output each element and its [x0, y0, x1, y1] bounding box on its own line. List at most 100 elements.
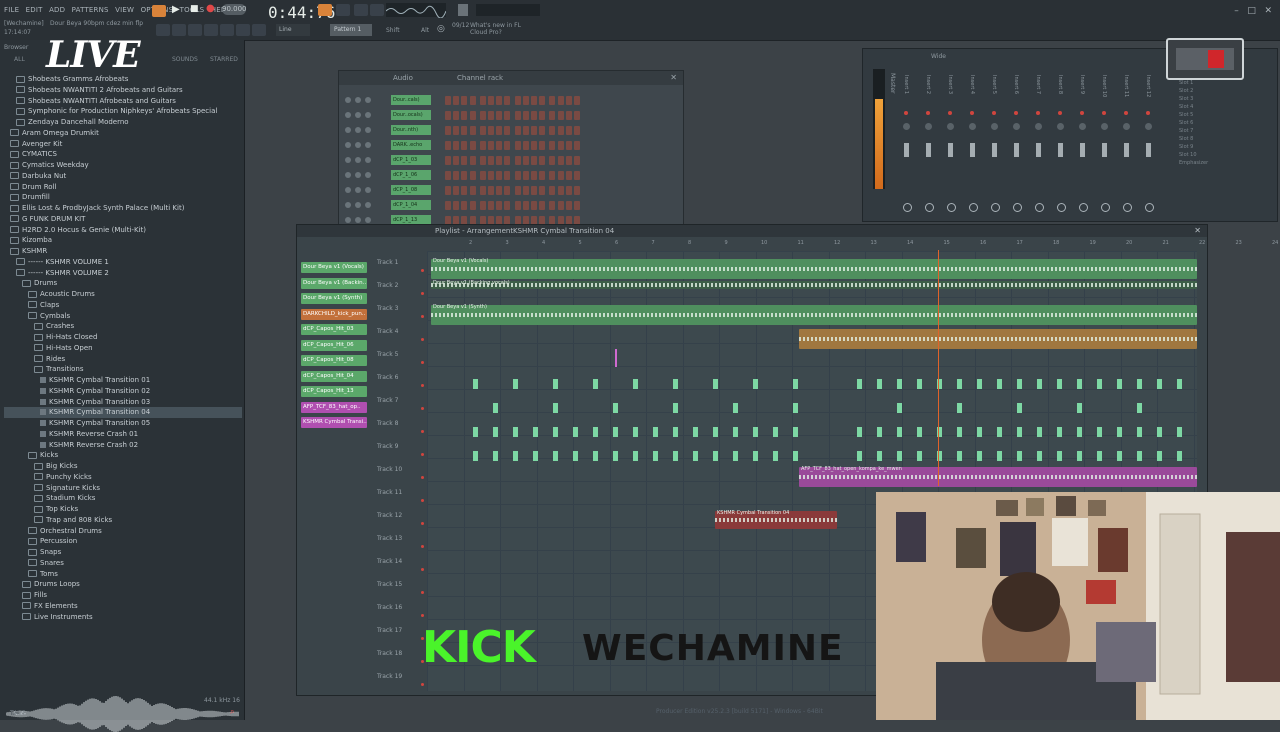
drum-hit-note[interactable]	[1137, 403, 1142, 413]
track-label[interactable]: Track 6	[377, 374, 421, 381]
insert-route-button[interactable]	[947, 203, 956, 212]
volume-knob[interactable]	[365, 172, 371, 178]
mute-led[interactable]	[345, 187, 351, 193]
insert-label[interactable]: Insert 8	[1057, 75, 1063, 94]
step-button[interactable]	[557, 186, 564, 195]
step-button[interactable]	[522, 156, 529, 165]
insert-fader[interactable]	[1058, 143, 1063, 157]
track-label[interactable]: Track 19	[377, 673, 421, 680]
browser-icon[interactable]	[236, 24, 250, 36]
channel-name[interactable]: DARK..echo	[391, 140, 431, 150]
drum-hit-note[interactable]	[977, 379, 982, 389]
insert-fader[interactable]	[1036, 143, 1041, 157]
step-button[interactable]	[565, 156, 572, 165]
pattern-button[interactable]: Dour Beya v1 (Synth)	[301, 293, 367, 304]
microphone-icon[interactable]	[252, 24, 266, 36]
drum-hit-note[interactable]	[713, 427, 718, 437]
step-button[interactable]	[549, 201, 556, 210]
track-mute-led[interactable]	[421, 430, 424, 433]
tab-sounds[interactable]: SOUNDS	[172, 56, 198, 63]
step-button[interactable]	[445, 156, 451, 165]
insert-route-button[interactable]	[1079, 203, 1088, 212]
insert-route-button[interactable]	[991, 203, 1000, 212]
track-label[interactable]: Track 5	[377, 351, 421, 358]
track-mute-led[interactable]	[421, 499, 424, 502]
master-volume-slider[interactable]	[458, 4, 468, 16]
browser-item[interactable]: Avenger Kit	[4, 139, 242, 150]
step-button[interactable]	[488, 141, 494, 150]
insert-fader[interactable]	[926, 143, 931, 157]
step-button[interactable]	[522, 126, 529, 135]
browser-item[interactable]: KSHMR Cymbal Transition 05	[4, 418, 242, 429]
step-button[interactable]	[461, 111, 468, 120]
step-button[interactable]	[549, 126, 556, 135]
channel-name[interactable]: Dour..nth)	[391, 125, 431, 135]
mixer-icon[interactable]	[220, 24, 234, 36]
pattern-button[interactable]: dCP_Capos_Hit_03	[301, 324, 367, 335]
step-button[interactable]	[514, 171, 521, 180]
insert-label[interactable]: Insert 3	[947, 75, 953, 94]
step-button[interactable]	[557, 141, 564, 150]
track-mute-led[interactable]	[421, 384, 424, 387]
step-button[interactable]	[469, 96, 476, 105]
track-mute-led[interactable]	[421, 361, 424, 364]
step-button[interactable]	[496, 156, 503, 165]
drum-hit-note[interactable]	[1017, 427, 1022, 437]
drum-hit-note[interactable]	[957, 379, 962, 389]
step-button[interactable]	[479, 186, 486, 195]
step-button[interactable]	[496, 171, 503, 180]
step-button[interactable]	[514, 126, 521, 135]
browser-item[interactable]: H2RD 2.0 Hocus & Genie (Multi-Kit)	[4, 225, 242, 236]
snap-icon[interactable]	[156, 24, 170, 36]
step-button[interactable]	[453, 111, 460, 120]
step-button[interactable]	[445, 171, 451, 180]
drum-hit-note[interactable]	[693, 451, 698, 461]
pattern-button[interactable]: KSHMR Cymbal Transi..	[301, 417, 367, 428]
step-button[interactable]	[557, 96, 564, 105]
track-label[interactable]: Track 15	[377, 581, 421, 588]
step-button[interactable]	[445, 186, 451, 195]
step-button[interactable]	[445, 126, 451, 135]
track-mute-led[interactable]	[421, 476, 424, 479]
step-button[interactable]	[496, 201, 503, 210]
track-label[interactable]: Track 3	[377, 305, 421, 312]
alt-mode-button[interactable]: Alt	[421, 27, 429, 34]
step-button[interactable]	[531, 141, 537, 150]
step-button[interactable]	[557, 111, 564, 120]
play-icon[interactable]: ▶	[172, 4, 180, 15]
browser-item[interactable]: Punchy Kicks	[4, 472, 242, 483]
browser-item[interactable]: Percussion	[4, 536, 242, 547]
insert-red-led[interactable]	[1146, 111, 1150, 115]
menu-add[interactable]: ADD	[49, 6, 65, 14]
cymbal-transition-clip[interactable]: KSHMR Cymbal Transition 04	[715, 510, 837, 529]
insert-red-led[interactable]	[926, 111, 930, 115]
browser-item[interactable]: Snares	[4, 558, 242, 569]
piano-roll-icon[interactable]	[188, 24, 202, 36]
browser-item[interactable]: G FUNK DRUM KIT	[4, 214, 242, 225]
step-button[interactable]	[522, 186, 529, 195]
record-icon[interactable]: ●	[206, 3, 215, 14]
step-button[interactable]	[504, 111, 511, 120]
step-button[interactable]	[453, 96, 460, 105]
step-button[interactable]	[531, 171, 537, 180]
drum-hit-note[interactable]	[673, 379, 678, 389]
step-button[interactable]	[461, 96, 468, 105]
drum-hit-note[interactable]	[897, 451, 902, 461]
step-button[interactable]	[539, 201, 546, 210]
drum-hit-note[interactable]	[473, 451, 478, 461]
step-button[interactable]	[514, 96, 521, 105]
step-button[interactable]	[549, 111, 556, 120]
insert-pan-knob[interactable]	[1035, 123, 1042, 130]
insert-route-button[interactable]	[969, 203, 978, 212]
track-label[interactable]: Track 8	[377, 420, 421, 427]
drum-hit-note[interactable]	[877, 427, 882, 437]
step-button[interactable]	[453, 156, 460, 165]
drum-hit-note[interactable]	[997, 379, 1002, 389]
pattern-button[interactable]: dCP_Capos_Hit_04	[301, 370, 367, 382]
browser-item[interactable]: Hi-Hats Closed	[4, 332, 242, 343]
drum-hit-note[interactable]	[653, 451, 658, 461]
insert-label[interactable]: Insert 10	[1101, 75, 1107, 97]
channel-row[interactable]: dCP_1_04	[391, 200, 671, 211]
step-button[interactable]	[574, 156, 580, 165]
track-label[interactable]: Track 9	[377, 443, 421, 450]
